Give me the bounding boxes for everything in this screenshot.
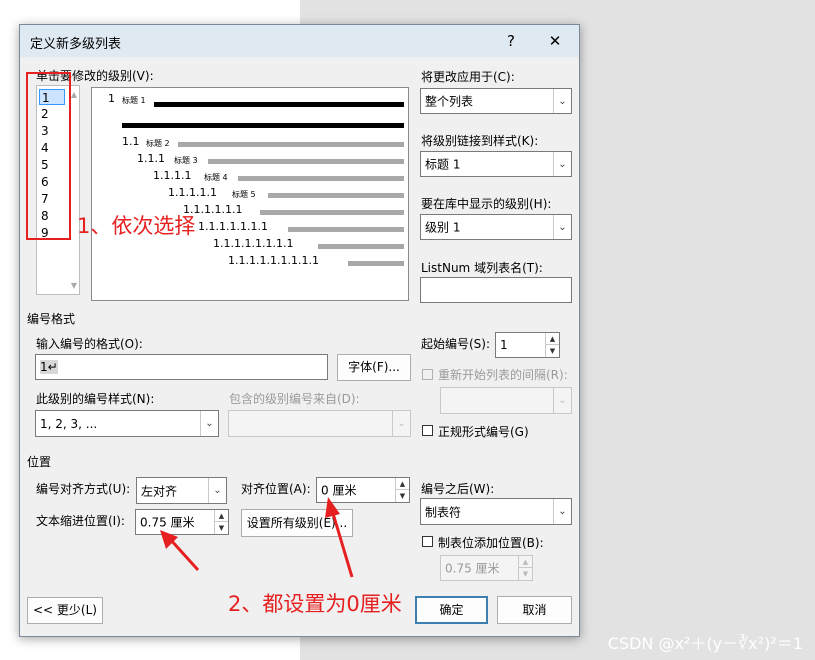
arrow-to-aligned-at — [325, 497, 354, 578]
annotation-arrows — [160, 497, 354, 578]
watermark: CSDN @x²＋(y－∛x²)²＝1 — [607, 634, 803, 653]
arrow-to-text-indent — [160, 530, 200, 572]
